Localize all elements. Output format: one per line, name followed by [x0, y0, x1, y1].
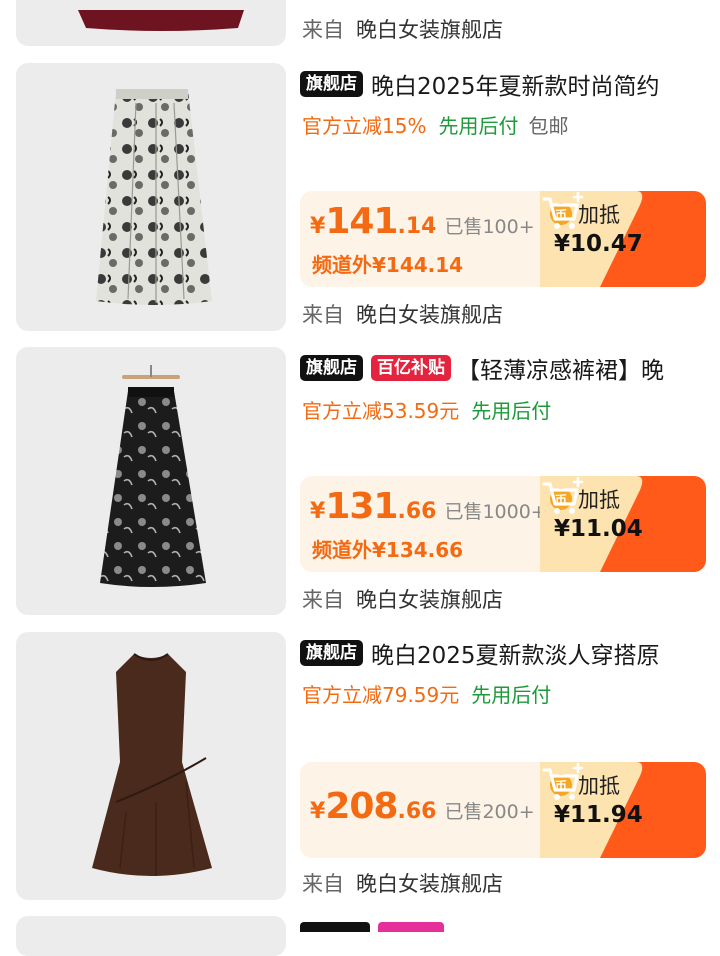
- product-title-row-3[interactable]: 旗舰店 晚白2025夏新款淡人穿搭原: [300, 636, 710, 670]
- coupon-value: ¥10.47: [554, 231, 643, 257]
- subsidy-tag: 百亿补贴: [371, 355, 451, 381]
- coupon-cart-button[interactable]: 币 加抵 ¥11.04: [540, 476, 706, 572]
- flagship-store-tag: 旗舰店: [300, 640, 363, 666]
- product-image-next[interactable]: [16, 916, 286, 956]
- price-currency: ¥: [310, 499, 326, 524]
- shop-name[interactable]: 晚白女装旗舰店: [356, 299, 503, 329]
- product-title[interactable]: 晚白2025年夏新款时尚简约: [371, 67, 660, 101]
- sold-count: 已售200+: [444, 801, 535, 823]
- floral-skirt-image: [96, 89, 212, 305]
- coupon-label-text: 加抵: [578, 488, 620, 512]
- price-currency: ¥: [310, 799, 326, 824]
- flagship-store-tag: 旗舰店: [300, 355, 363, 381]
- discount-text: 官方立减15%: [302, 113, 427, 138]
- shop-row-3[interactable]: 来自 晚白女装旗舰店: [302, 868, 503, 898]
- sold-count: 已售100+: [444, 216, 535, 238]
- promo-row-1: 官方立减15% 先用后付 包邮: [302, 109, 568, 139]
- pay-later-text: 先用后付: [438, 113, 519, 138]
- price-integer: 131: [325, 486, 398, 527]
- promo-row-3: 官方立减79.59元 先用后付: [302, 678, 561, 708]
- price-main: ¥ 208 .66 已售200+: [310, 786, 535, 827]
- price-box-2[interactable]: ¥ 131 .66 已售1000+ 频道外¥134.66 币 加抵 ¥11.04: [300, 476, 706, 572]
- product-title[interactable]: 晚白2025夏新款淡人穿搭原: [371, 636, 660, 670]
- price-decimal: .14: [397, 214, 437, 239]
- discount-text: 官方立减79.59元: [302, 682, 460, 707]
- price-decimal: .66: [397, 799, 437, 824]
- add-to-cart-icon[interactable]: [540, 476, 584, 516]
- coupon-value: ¥11.94: [554, 802, 643, 828]
- coupon-cart-button[interactable]: 币 加抵 ¥11.94: [540, 762, 706, 858]
- shop-name[interactable]: 晚白女装旗舰店: [356, 14, 503, 44]
- price-integer: 141: [325, 201, 398, 242]
- product-title-row-2[interactable]: 旗舰店 百亿补贴 【轻薄凉感裤裙】晚: [300, 351, 710, 385]
- coupon-value: ¥11.04: [554, 516, 643, 542]
- price-main: ¥ 131 .66 已售1000+: [310, 486, 547, 527]
- shop-from-label: 来自: [302, 588, 344, 612]
- coupon-label-text: 加抵: [578, 203, 620, 227]
- promo-row-2: 官方立减53.59元 先用后付: [302, 394, 561, 424]
- brown-dress-image: [92, 653, 212, 876]
- price-decimal: .66: [397, 499, 437, 524]
- pay-later-text: 先用后付: [471, 682, 552, 707]
- price-main: ¥ 141 .14 已售100+: [310, 201, 535, 242]
- shop-row-1[interactable]: 来自 晚白女装旗舰店: [302, 299, 503, 329]
- product-image-3[interactable]: [16, 632, 286, 900]
- shop-from-label: 来自: [302, 872, 344, 896]
- black-floral-skirt-image: [100, 365, 206, 587]
- add-to-cart-icon[interactable]: [540, 762, 584, 802]
- price-integer: 208: [325, 786, 398, 827]
- price-currency: ¥: [310, 214, 326, 239]
- shop-name[interactable]: 晚白女装旗舰店: [356, 868, 503, 898]
- price-box-3[interactable]: ¥ 208 .66 已售200+ 币 加抵 ¥11.94: [300, 762, 706, 858]
- product-image-top[interactable]: [16, 0, 286, 46]
- product-title-row-1[interactable]: 旗舰店 晚白2025年夏新款时尚简约: [300, 67, 710, 101]
- external-price: 频道外¥144.14: [312, 253, 464, 277]
- price-box-1[interactable]: ¥ 141 .14 已售100+ 频道外¥144.14 币 加抵 ¥10.47: [300, 191, 706, 287]
- coupon-cart-button[interactable]: 币 加抵 ¥10.47: [540, 191, 706, 287]
- shop-name[interactable]: 晚白女装旗舰店: [356, 584, 503, 614]
- shop-row-top[interactable]: 来自 晚白女装旗舰店: [302, 14, 503, 44]
- skirt-hem-image: [78, 10, 244, 31]
- shop-from-label: 来自: [302, 18, 344, 42]
- coupon-label-text: 加抵: [578, 774, 620, 798]
- shop-row-2[interactable]: 来自 晚白女装旗舰店: [302, 584, 503, 614]
- add-to-cart-icon[interactable]: [540, 191, 584, 231]
- sold-count: 已售1000+: [444, 501, 547, 523]
- next-item-tag-hint: [300, 922, 370, 932]
- product-title[interactable]: 【轻薄凉感裤裙】晚: [457, 351, 664, 385]
- external-price: 频道外¥134.66: [312, 538, 464, 562]
- next-item-tag-hint-2: [378, 922, 444, 932]
- product-image-2[interactable]: [16, 347, 286, 615]
- discount-text: 官方立减53.59元: [302, 398, 460, 423]
- shop-from-label: 来自: [302, 303, 344, 327]
- pay-later-text: 先用后付: [471, 398, 552, 423]
- product-image-1[interactable]: [16, 63, 286, 331]
- flagship-store-tag: 旗舰店: [300, 71, 363, 97]
- free-shipping-text: 包邮: [528, 113, 569, 138]
